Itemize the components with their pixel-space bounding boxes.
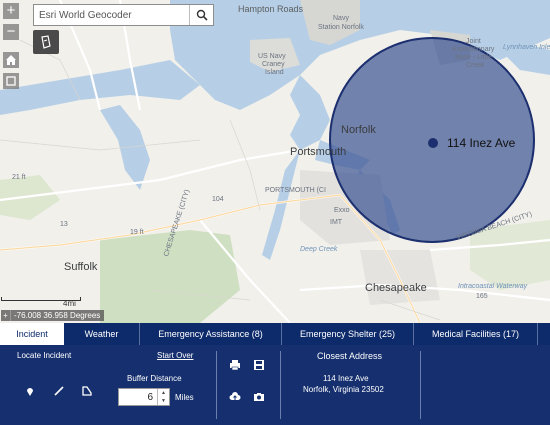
buffer-distance-value: 6 (147, 391, 153, 403)
closest-address-title: Closest Address (317, 351, 383, 361)
buffer-distance-input[interactable]: 6 ▲ ▼ (118, 388, 170, 406)
map-label: Exxo (334, 207, 350, 214)
panel-divider (420, 351, 421, 419)
start-over-link[interactable]: Start Over (157, 351, 193, 360)
tab-medical-facilities[interactable]: Medical Facilities (17) (414, 323, 538, 345)
screenshot-button[interactable] (253, 391, 265, 403)
map-label: PORTSMOUTH (CI (265, 187, 326, 194)
geocoder-search (33, 4, 214, 26)
tab-bar: Incident Weather Emergency Assistance (8… (0, 323, 550, 345)
search-icon (196, 9, 208, 21)
buffer-distance-label: Buffer Distance (127, 374, 182, 383)
address-line-1: 114 Inez Ave (323, 374, 369, 383)
map-label: Creek (466, 62, 485, 69)
panel-divider (216, 351, 217, 419)
map-label: IMT (330, 219, 343, 226)
search-button[interactable] (189, 5, 213, 25)
map-label: Intracoastal Waterway (458, 283, 528, 290)
map-label: 19 ft (130, 229, 144, 236)
panel-divider (280, 351, 281, 419)
tab-emergency-assistance[interactable]: Emergency Assistance (8) (140, 323, 282, 345)
home-icon (6, 55, 16, 65)
coordinate-text: -76.008 36.958 Degrees (14, 311, 101, 320)
draw-polygon-button[interactable] (81, 385, 93, 397)
map-label: Suffolk (64, 261, 98, 273)
map-label: Portsmouth (290, 146, 347, 158)
coordinate-readout: + -76.008 36.958 Degrees (1, 310, 105, 321)
map-label: Norfolk (341, 124, 376, 136)
step-up-icon[interactable]: ▲ (158, 389, 169, 397)
draw-point-button[interactable] (24, 385, 36, 397)
save-button[interactable] (253, 359, 265, 371)
incident-address-label: 114 Inez Ave (447, 136, 516, 150)
zoom-out-button[interactable]: − (3, 24, 19, 40)
tab-weather[interactable]: Weather (64, 323, 140, 345)
map-label: Lynnhaven Inlet (503, 44, 550, 51)
locate-incident-label: Locate Incident (17, 351, 72, 360)
scale-label: 4mi (63, 299, 76, 308)
buffer-stepper[interactable]: ▲ ▼ (157, 389, 169, 405)
line-icon (54, 386, 64, 396)
cloud-upload-icon (229, 392, 241, 401)
upload-button[interactable] (229, 391, 241, 403)
search-input[interactable] (34, 5, 189, 25)
map-label: Deep Creek (300, 246, 338, 253)
map-label: Chesapeake (365, 282, 427, 294)
map-label: 13 (60, 221, 68, 228)
tab-emergency-shelter[interactable]: Emergency Shelter (25) (282, 323, 414, 345)
draw-line-button[interactable] (53, 385, 65, 397)
step-down-icon[interactable]: ▼ (158, 397, 169, 405)
map-pin-icon (27, 388, 33, 396)
camera-icon (254, 393, 264, 401)
print-icon (230, 360, 240, 371)
document-icon (41, 35, 51, 49)
coordinate-toggle-icon[interactable]: + (1, 310, 11, 321)
map-label: 104 (212, 196, 224, 203)
incident-panel: Locate Incident Start Over Buffer Distan… (0, 345, 550, 425)
map-label: Island (265, 69, 284, 76)
incident-point (428, 138, 438, 148)
locate-button[interactable] (3, 73, 19, 89)
map-label: Hampton Roads (238, 4, 304, 14)
map-tool-button[interactable] (33, 30, 59, 54)
buffer-unit-label: Miles (175, 393, 194, 402)
map-label: 165 (476, 293, 488, 300)
map-view[interactable]: Hampton Roads Navy Station Norfolk US Na… (0, 0, 550, 323)
zoom-in-button[interactable]: + (3, 3, 19, 19)
map-label: 21 ft (12, 174, 26, 181)
print-button[interactable] (229, 359, 241, 371)
address-line-2: Norfolk, Virginia 23502 (303, 385, 384, 394)
save-icon (254, 360, 264, 370)
map-label: Station Norfolk (318, 24, 364, 31)
tab-incident[interactable]: Incident (0, 323, 64, 345)
home-button[interactable] (3, 52, 19, 68)
polygon-icon (82, 386, 92, 396)
locate-icon (6, 76, 16, 86)
